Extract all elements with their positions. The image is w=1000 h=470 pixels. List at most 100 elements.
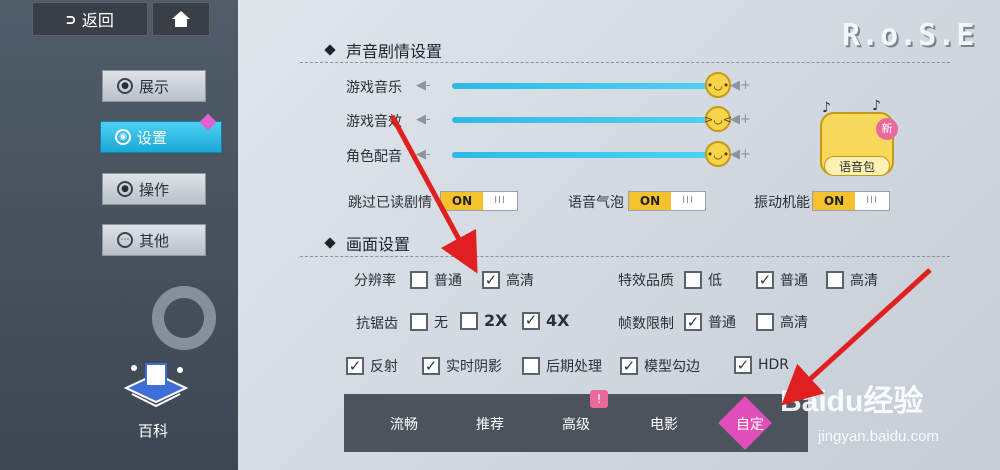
- section-audio-title: 声音剧情设置: [324, 38, 443, 62]
- preset-custom[interactable]: 自定: [736, 414, 764, 434]
- checkbox-antialias-2x[interactable]: 2X: [460, 311, 507, 330]
- nav-item-other[interactable]: ⋯ 其他: [102, 224, 206, 256]
- toggle-label: 语音气泡: [568, 195, 624, 211]
- checkbox-label: 普通: [434, 273, 462, 289]
- checkbox-box[interactable]: [756, 313, 774, 331]
- nav-item-label: 其他: [139, 231, 170, 250]
- volume-up-icon[interactable]: ◀+: [730, 78, 751, 93]
- volume-up-icon[interactable]: ◀+: [730, 147, 751, 162]
- section-divider: [300, 62, 950, 63]
- checkbox-antialias-4x[interactable]: ✓ 4X: [522, 311, 569, 330]
- checkbox-frame-hd[interactable]: 高清: [756, 312, 808, 332]
- nav-item-label: 操作: [139, 180, 170, 199]
- checkbox-box[interactable]: [460, 311, 478, 330]
- nav-item-display[interactable]: ● 展示: [102, 70, 206, 102]
- checkbox-box[interactable]: [684, 271, 702, 289]
- checkbox-reflection[interactable]: ✓ 反射: [346, 356, 398, 376]
- checkbox-label: 4X: [546, 311, 570, 330]
- preset-recommended[interactable]: 推荐: [476, 414, 504, 434]
- game-logo: R.o.S.E: [842, 18, 976, 53]
- toggle-voice-bubble[interactable]: ON III: [628, 191, 706, 211]
- slider-track-sfx[interactable]: [452, 117, 720, 123]
- slider-handle[interactable]: >◡<: [704, 106, 732, 132]
- toggle-skip-read-story[interactable]: ON III: [440, 191, 518, 211]
- checkbox-label: 低: [708, 273, 722, 289]
- slider-label: 游戏音乐: [346, 80, 402, 96]
- toggle-off: III: [494, 195, 506, 206]
- checkbox-label: 无: [434, 315, 448, 331]
- watermark-url: jingyan.baidu.com: [818, 428, 939, 445]
- section-divider: [300, 256, 950, 257]
- nav-item-label: 展示: [139, 77, 170, 96]
- checkbox-antialias-none[interactable]: 无: [410, 312, 448, 332]
- section-title-text: 声音剧情设置: [346, 42, 443, 61]
- volume-down-icon[interactable]: ◀-: [416, 112, 431, 127]
- checkbox-box[interactable]: ✓: [620, 357, 638, 375]
- checkbox-hdr[interactable]: ✓ HDR: [734, 356, 789, 374]
- toggle-on: ON: [813, 192, 855, 210]
- checkbox-label: 高清: [850, 273, 878, 289]
- volume-down-icon[interactable]: ◀-: [416, 78, 431, 93]
- checkbox-box[interactable]: [826, 271, 844, 289]
- alert-icon: !: [590, 390, 608, 408]
- voice-pack-label[interactable]: 语音包: [824, 156, 890, 176]
- resolution-label: 分辨率: [354, 273, 396, 289]
- toggle-vibration[interactable]: ON III: [812, 191, 890, 211]
- checkbox-box[interactable]: ✓: [684, 313, 702, 331]
- volume-up-icon[interactable]: ◀+: [730, 112, 751, 127]
- home-button[interactable]: [152, 2, 210, 36]
- checkbox-post-processing[interactable]: 后期处理: [522, 356, 602, 376]
- slider-track-music[interactable]: [452, 83, 720, 89]
- back-arrow-icon: ⊃: [66, 9, 76, 29]
- checkbox-box[interactable]: [410, 313, 428, 331]
- checkbox-effects-normal[interactable]: ✓ 普通: [756, 270, 808, 290]
- checkbox-box[interactable]: ✓: [482, 271, 500, 289]
- checkbox-resolution-normal[interactable]: 普通: [410, 270, 462, 290]
- volume-down-icon[interactable]: ◀-: [416, 147, 431, 162]
- preset-advanced[interactable]: 高级: [562, 414, 590, 434]
- back-button[interactable]: ⊃ 返回: [32, 2, 148, 36]
- checkbox-frame-normal[interactable]: ✓ 普通: [684, 312, 736, 332]
- checkbox-effects-hd[interactable]: 高清: [826, 270, 878, 290]
- new-badge: 新: [876, 118, 898, 140]
- checkbox-label: 2X: [484, 311, 508, 330]
- slider-fill: [452, 83, 720, 89]
- checkbox-label: HDR: [758, 357, 790, 373]
- checkbox-box[interactable]: ✓: [522, 311, 540, 330]
- slider-track-voice[interactable]: [452, 152, 720, 158]
- checkbox-box[interactable]: ✓: [734, 356, 752, 374]
- checkbox-box[interactable]: ✓: [756, 271, 774, 289]
- checkbox-box[interactable]: [522, 357, 540, 375]
- checkbox-realtime-shadow[interactable]: ✓ 实时阴影: [422, 356, 502, 376]
- checkbox-box[interactable]: ✓: [422, 357, 440, 375]
- toggle-on: ON: [441, 192, 483, 210]
- checkbox-box[interactable]: [410, 271, 428, 289]
- slider-handle[interactable]: •◡•: [705, 72, 731, 98]
- checkbox-label: 实时阴影: [446, 359, 502, 375]
- checkbox-effects-low[interactable]: 低: [684, 270, 722, 290]
- settings-icon: ◉: [115, 129, 131, 145]
- home-icon: [172, 11, 190, 27]
- gear-icon: [152, 286, 216, 350]
- nav-item-label: 设置: [137, 128, 168, 147]
- checkbox-label: 模型勾边: [644, 359, 700, 375]
- user-icon: ●: [117, 78, 133, 94]
- checkbox-model-outline[interactable]: ✓ 模型勾边: [620, 356, 700, 376]
- toggle-on: ON: [629, 192, 671, 210]
- wiki-icon[interactable]: [118, 358, 194, 418]
- wiki-label[interactable]: 百科: [138, 420, 168, 441]
- checkbox-resolution-hd[interactable]: ✓ 高清: [482, 270, 534, 290]
- back-label: 返回: [81, 11, 114, 30]
- preset-cinematic[interactable]: 电影: [650, 414, 678, 434]
- section-graphics-title: 画面设置: [324, 231, 410, 255]
- slider-label: 角色配音: [346, 149, 402, 165]
- nav-item-controls[interactable]: ● 操作: [102, 173, 206, 205]
- preset-smooth[interactable]: 流畅: [390, 414, 418, 434]
- slider-handle[interactable]: •◡•: [705, 141, 731, 167]
- checkbox-label: 反射: [370, 359, 398, 375]
- checkbox-box[interactable]: ✓: [346, 357, 364, 375]
- frame-limit-label: 帧数限制: [618, 316, 674, 332]
- more-icon: ⋯: [117, 232, 133, 248]
- slider-label: 游戏音效: [346, 114, 402, 130]
- checkbox-label: 后期处理: [546, 359, 602, 375]
